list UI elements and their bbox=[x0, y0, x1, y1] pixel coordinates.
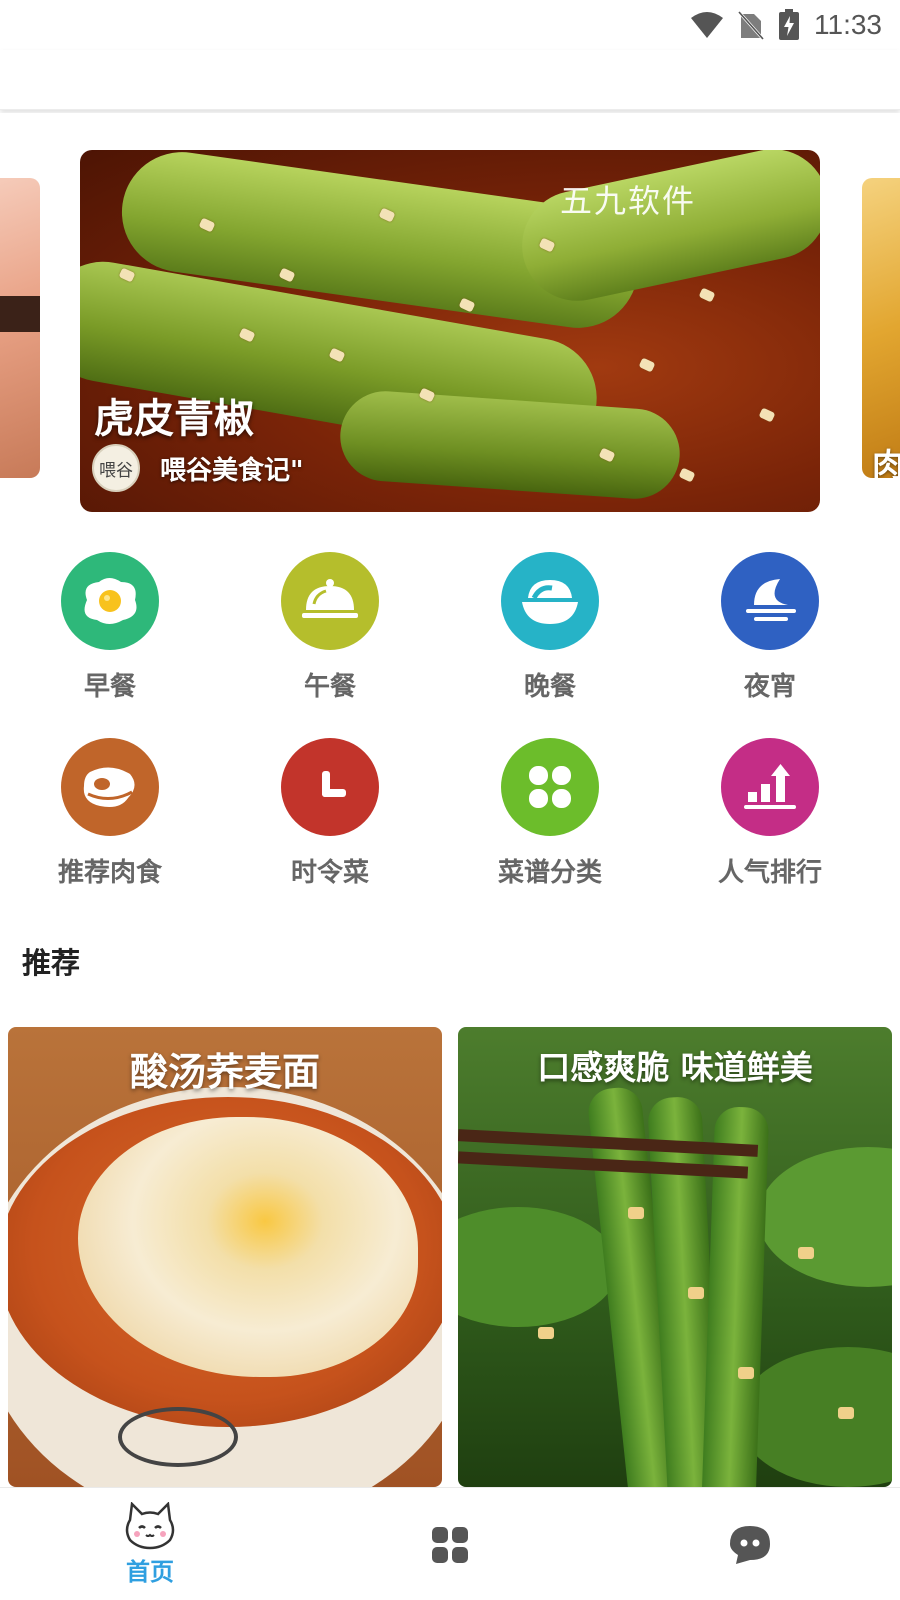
banner-author[interactable]: 喂谷 喂谷美食记" bbox=[92, 444, 304, 492]
garlic-bit bbox=[738, 1367, 754, 1379]
pepper-image bbox=[511, 150, 820, 312]
category-label: 午餐 bbox=[303, 672, 356, 702]
banner-title: 虎皮青椒 bbox=[94, 396, 254, 442]
garlic-bit bbox=[538, 1327, 554, 1339]
fried-egg-icon[interactable] bbox=[61, 552, 159, 650]
garlic-bit bbox=[678, 467, 696, 483]
app-screen: 11:33 五九软件 虎皮青椒 喂谷 喂谷美食记" 肉 早餐 午餐 晚餐 夜宵 … bbox=[0, 0, 900, 1600]
nav-home-label: 首页 bbox=[126, 1558, 174, 1586]
garlic-bit bbox=[838, 1407, 854, 1419]
garlic-bit bbox=[758, 407, 776, 423]
pepper-image bbox=[337, 388, 683, 502]
status-time: 11:33 bbox=[814, 9, 882, 40]
nav-messages[interactable] bbox=[600, 1488, 900, 1600]
chat-icon bbox=[730, 1525, 770, 1564]
recipe-card[interactable]: 酸汤荞麦面 bbox=[8, 1027, 442, 1487]
clover-icon[interactable] bbox=[501, 738, 599, 836]
garlic-bit bbox=[628, 1207, 644, 1219]
next-slide-title: 肉 bbox=[872, 446, 900, 478]
status-icons: 11:33 bbox=[690, 8, 882, 42]
category-seasonal[interactable]: 时令菜 bbox=[250, 738, 410, 889]
category-label: 早餐 bbox=[83, 672, 136, 702]
banner-slide-current[interactable]: 五九软件 虎皮青椒 喂谷 喂谷美食记" bbox=[80, 150, 820, 512]
category-lunch[interactable]: 午餐 bbox=[250, 552, 410, 703]
cloche-icon[interactable] bbox=[281, 552, 379, 650]
garlic-bit bbox=[798, 1247, 814, 1259]
cat-home-icon bbox=[125, 1502, 175, 1550]
category-dinner[interactable]: 晚餐 bbox=[470, 552, 630, 703]
recipe-card[interactable]: 口感爽脆 味道鲜美 bbox=[458, 1027, 892, 1487]
nav-home[interactable]: 首页 bbox=[0, 1488, 300, 1600]
author-avatar[interactable]: 喂谷 bbox=[92, 444, 140, 492]
steak-icon[interactable] bbox=[61, 738, 159, 836]
garlic-bit bbox=[638, 357, 656, 373]
leaf-image bbox=[758, 1147, 892, 1287]
ranking-icon[interactable] bbox=[721, 738, 819, 836]
category-label: 夜宵 bbox=[743, 672, 796, 702]
banner-prev-slide[interactable] bbox=[0, 178, 40, 478]
category-popular[interactable]: 人气排行 bbox=[690, 738, 850, 889]
bottom-navigation: 首页 bbox=[0, 1487, 900, 1600]
banner-watermark: 五九软件 bbox=[560, 182, 697, 220]
category-label: 菜谱分类 bbox=[497, 858, 602, 888]
banner-carousel[interactable]: 五九软件 虎皮青椒 喂谷 喂谷美食记" 肉 bbox=[0, 113, 900, 533]
section-title-recommend: 推荐 bbox=[22, 946, 81, 980]
grid-icon bbox=[432, 1526, 468, 1563]
category-label: 晚餐 bbox=[523, 672, 576, 702]
wifi-icon bbox=[691, 12, 723, 38]
category-meat[interactable]: 推荐肉食 bbox=[30, 738, 190, 889]
category-recipe-types[interactable]: 菜谱分类 bbox=[470, 738, 630, 889]
battery-charging-icon bbox=[779, 9, 799, 40]
chopsticks-image bbox=[0, 296, 40, 332]
no-sim-icon bbox=[738, 11, 764, 40]
category-breakfast[interactable]: 早餐 bbox=[30, 552, 190, 703]
leaf-image bbox=[738, 1347, 892, 1487]
garlic-bit bbox=[698, 287, 716, 303]
top-app-bar bbox=[0, 50, 900, 110]
clock-icon[interactable] bbox=[281, 738, 379, 836]
author-name[interactable]: 喂谷美食记" bbox=[160, 450, 304, 487]
category-label: 时令菜 bbox=[290, 858, 369, 888]
recipe-card-title: 酸汤荞麦面 bbox=[129, 1050, 320, 1094]
garlic-bit bbox=[688, 1287, 704, 1299]
status-bar: 11:33 bbox=[0, 0, 900, 50]
category-label: 推荐肉食 bbox=[57, 858, 162, 888]
moon-icon[interactable] bbox=[721, 552, 819, 650]
bowl-pattern bbox=[118, 1407, 238, 1467]
category-label: 人气排行 bbox=[717, 858, 822, 888]
nav-categories[interactable] bbox=[300, 1488, 600, 1600]
category-night-snack[interactable]: 夜宵 bbox=[690, 552, 850, 703]
leaf-image bbox=[458, 1207, 618, 1327]
recipe-card-title: 口感爽脆 味道鲜美 bbox=[537, 1048, 813, 1087]
bowl-icon[interactable] bbox=[501, 552, 599, 650]
banner-next-slide[interactable]: 肉 bbox=[862, 178, 900, 478]
